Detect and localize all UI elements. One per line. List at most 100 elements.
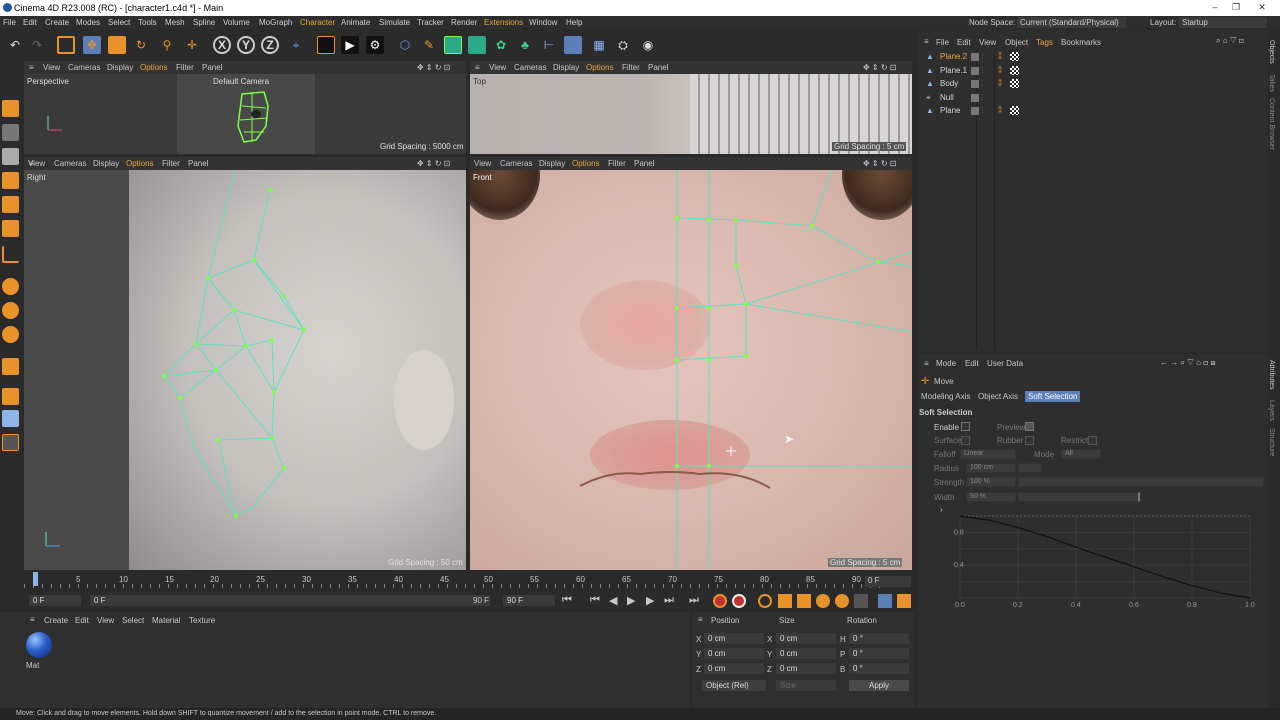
vp-panel[interactable]: Panel <box>202 63 222 72</box>
rotation-p-field[interactable]: 0 ° <box>849 648 909 659</box>
texture-tag-icon[interactable] <box>1010 106 1019 115</box>
floor-icon[interactable]: ▦ <box>590 36 608 54</box>
om-tags[interactable]: Tags <box>1036 38 1053 47</box>
y-axis-icon[interactable]: Y <box>237 36 255 54</box>
mat-view[interactable]: View <box>97 616 114 625</box>
tab-soft-selection[interactable]: Soft Selection <box>1025 391 1081 402</box>
dot-icon[interactable]: ⁚ <box>981 93 984 102</box>
render-region-icon[interactable] <box>317 36 335 54</box>
vp-cameras[interactable]: Cameras <box>514 63 546 72</box>
hamburger-icon[interactable]: ≡ <box>924 37 929 46</box>
edges-mode-icon[interactable] <box>2 196 19 213</box>
hamburger-icon[interactable]: ≡ <box>30 615 35 624</box>
vp-cameras[interactable]: Cameras <box>68 63 100 72</box>
menu-file[interactable]: File <box>3 18 16 27</box>
vp-display[interactable]: Display <box>553 63 579 72</box>
cube-icon[interactable]: ⬡ <box>396 36 414 54</box>
width-field[interactable]: 50 % <box>966 492 1016 502</box>
coordinate-system-icon[interactable]: ⌖ <box>287 36 305 54</box>
vp-panel[interactable]: Panel <box>648 63 668 72</box>
right-viewport[interactable]: Right Grid Spacing : 50 cm <box>24 170 466 570</box>
menu-volume[interactable]: Volume <box>223 18 250 27</box>
hamburger-icon[interactable]: ≡ <box>475 63 480 72</box>
menu-spline[interactable]: Spline <box>193 18 215 27</box>
coordinate-mode-select[interactable]: Object (Rel) <box>702 680 766 691</box>
texture-mode-icon[interactable] <box>2 124 19 141</box>
dot-icon[interactable]: ⁚ <box>981 66 984 75</box>
om-search-icon[interactable]: ⌕ ⌂ ▽ ⊡ <box>1216 36 1244 46</box>
min-frame-field[interactable]: 0 F <box>90 595 490 606</box>
om-edit[interactable]: Edit <box>957 38 971 47</box>
playhead[interactable] <box>33 572 38 586</box>
make-editable-icon[interactable] <box>2 100 19 117</box>
scale-tool-icon[interactable] <box>108 36 126 54</box>
material-swatch[interactable] <box>26 632 52 658</box>
position-z-field[interactable]: 0 cm <box>704 663 764 674</box>
move-tool-icon[interactable]: ✥ <box>83 36 101 54</box>
field-icon[interactable] <box>564 36 582 54</box>
recent-tool-icon[interactable]: ⚲ <box>158 36 176 54</box>
scale-key-icon[interactable] <box>797 594 811 608</box>
position-x-field[interactable]: 0 cm <box>704 633 764 644</box>
mat-material[interactable]: Material <box>152 616 180 625</box>
vp-display[interactable]: Display <box>107 63 133 72</box>
om-file[interactable]: File <box>936 38 949 47</box>
vp-view[interactable]: View <box>474 159 491 168</box>
width-slider[interactable] <box>1018 492 1140 502</box>
mograph-icon[interactable]: ♣ <box>516 36 534 54</box>
dot-icon[interactable]: ⁚ <box>981 52 984 61</box>
menu-edit[interactable]: Edit <box>23 18 37 27</box>
vp-cameras[interactable]: Cameras <box>500 159 532 168</box>
menu-character[interactable]: Character <box>300 18 335 27</box>
render-settings-icon[interactable]: ⚙ <box>366 36 384 54</box>
vp-view[interactable]: View <box>43 63 60 72</box>
side-tab-layers[interactable]: Layers <box>1268 400 1275 421</box>
axis-mode-icon[interactable] <box>2 246 19 263</box>
minimize-button[interactable]: – <box>1205 2 1225 12</box>
object-row[interactable]: ▲ Plane ⁚ ⁑ <box>926 106 1266 118</box>
menu-help[interactable]: Help <box>566 18 582 27</box>
timeline-icon[interactable] <box>878 594 892 608</box>
visibility-toggle-icon[interactable] <box>971 94 979 102</box>
menu-select[interactable]: Select <box>108 18 130 27</box>
vp-view[interactable]: View <box>489 63 506 72</box>
vp-filter[interactable]: Filter <box>162 159 180 168</box>
layout-select[interactable]: Startup <box>1179 17 1267 28</box>
vp-panel[interactable]: Panel <box>188 159 208 168</box>
visibility-toggle-icon[interactable] <box>971 53 979 61</box>
object-row[interactable]: ▲ Plane.1 ⁚ ⁑ <box>926 66 1266 78</box>
vp-cameras[interactable]: Cameras <box>54 159 86 168</box>
pla-key-icon[interactable] <box>854 594 868 608</box>
vp-options[interactable]: Options <box>586 63 614 72</box>
side-tab-takes[interactable]: Takes <box>1268 74 1275 92</box>
param-key-icon[interactable] <box>835 594 849 608</box>
radius-slider[interactable] <box>1018 463 1042 473</box>
position-key-icon[interactable] <box>778 594 792 608</box>
record-icon[interactable] <box>713 594 727 608</box>
enable-checkbox[interactable] <box>961 422 970 431</box>
prev-key-icon[interactable]: ⏮ <box>590 594 600 607</box>
texture-tag-icon[interactable] <box>1010 52 1019 61</box>
lock-workplane-icon[interactable] <box>2 388 19 405</box>
perspective-viewport[interactable]: Perspective Default Camera Grid Spacing … <box>24 74 466 154</box>
undo-icon[interactable]: ↶ <box>6 36 24 54</box>
strength-field[interactable]: 100 % <box>966 477 1016 487</box>
vp-options[interactable]: Options <box>126 159 154 168</box>
am-user-data[interactable]: User Data <box>987 359 1023 368</box>
rotate-tool-icon[interactable]: ↻ <box>132 36 150 54</box>
add-tool-icon[interactable]: ✛ <box>183 36 201 54</box>
radius-field[interactable]: 100 cm <box>966 463 1016 473</box>
strength-slider[interactable] <box>1018 477 1264 487</box>
x-axis-icon[interactable]: X <box>213 36 231 54</box>
size-mode-select[interactable]: Size <box>776 680 836 691</box>
am-mode[interactable]: Mode <box>936 359 956 368</box>
end-frame-field[interactable]: 90 F <box>503 595 555 606</box>
vp-panel[interactable]: Panel <box>634 159 654 168</box>
hamburger-icon[interactable]: ≡ <box>29 63 34 72</box>
deformer-icon[interactable]: ⊢ <box>540 36 558 54</box>
apply-button[interactable]: Apply <box>849 680 909 691</box>
vp-options[interactable]: Options <box>572 159 600 168</box>
start-frame-field[interactable]: 0 F <box>29 595 81 606</box>
points-mode-icon[interactable] <box>2 172 19 189</box>
menu-extensions[interactable]: Extensions <box>484 18 523 27</box>
